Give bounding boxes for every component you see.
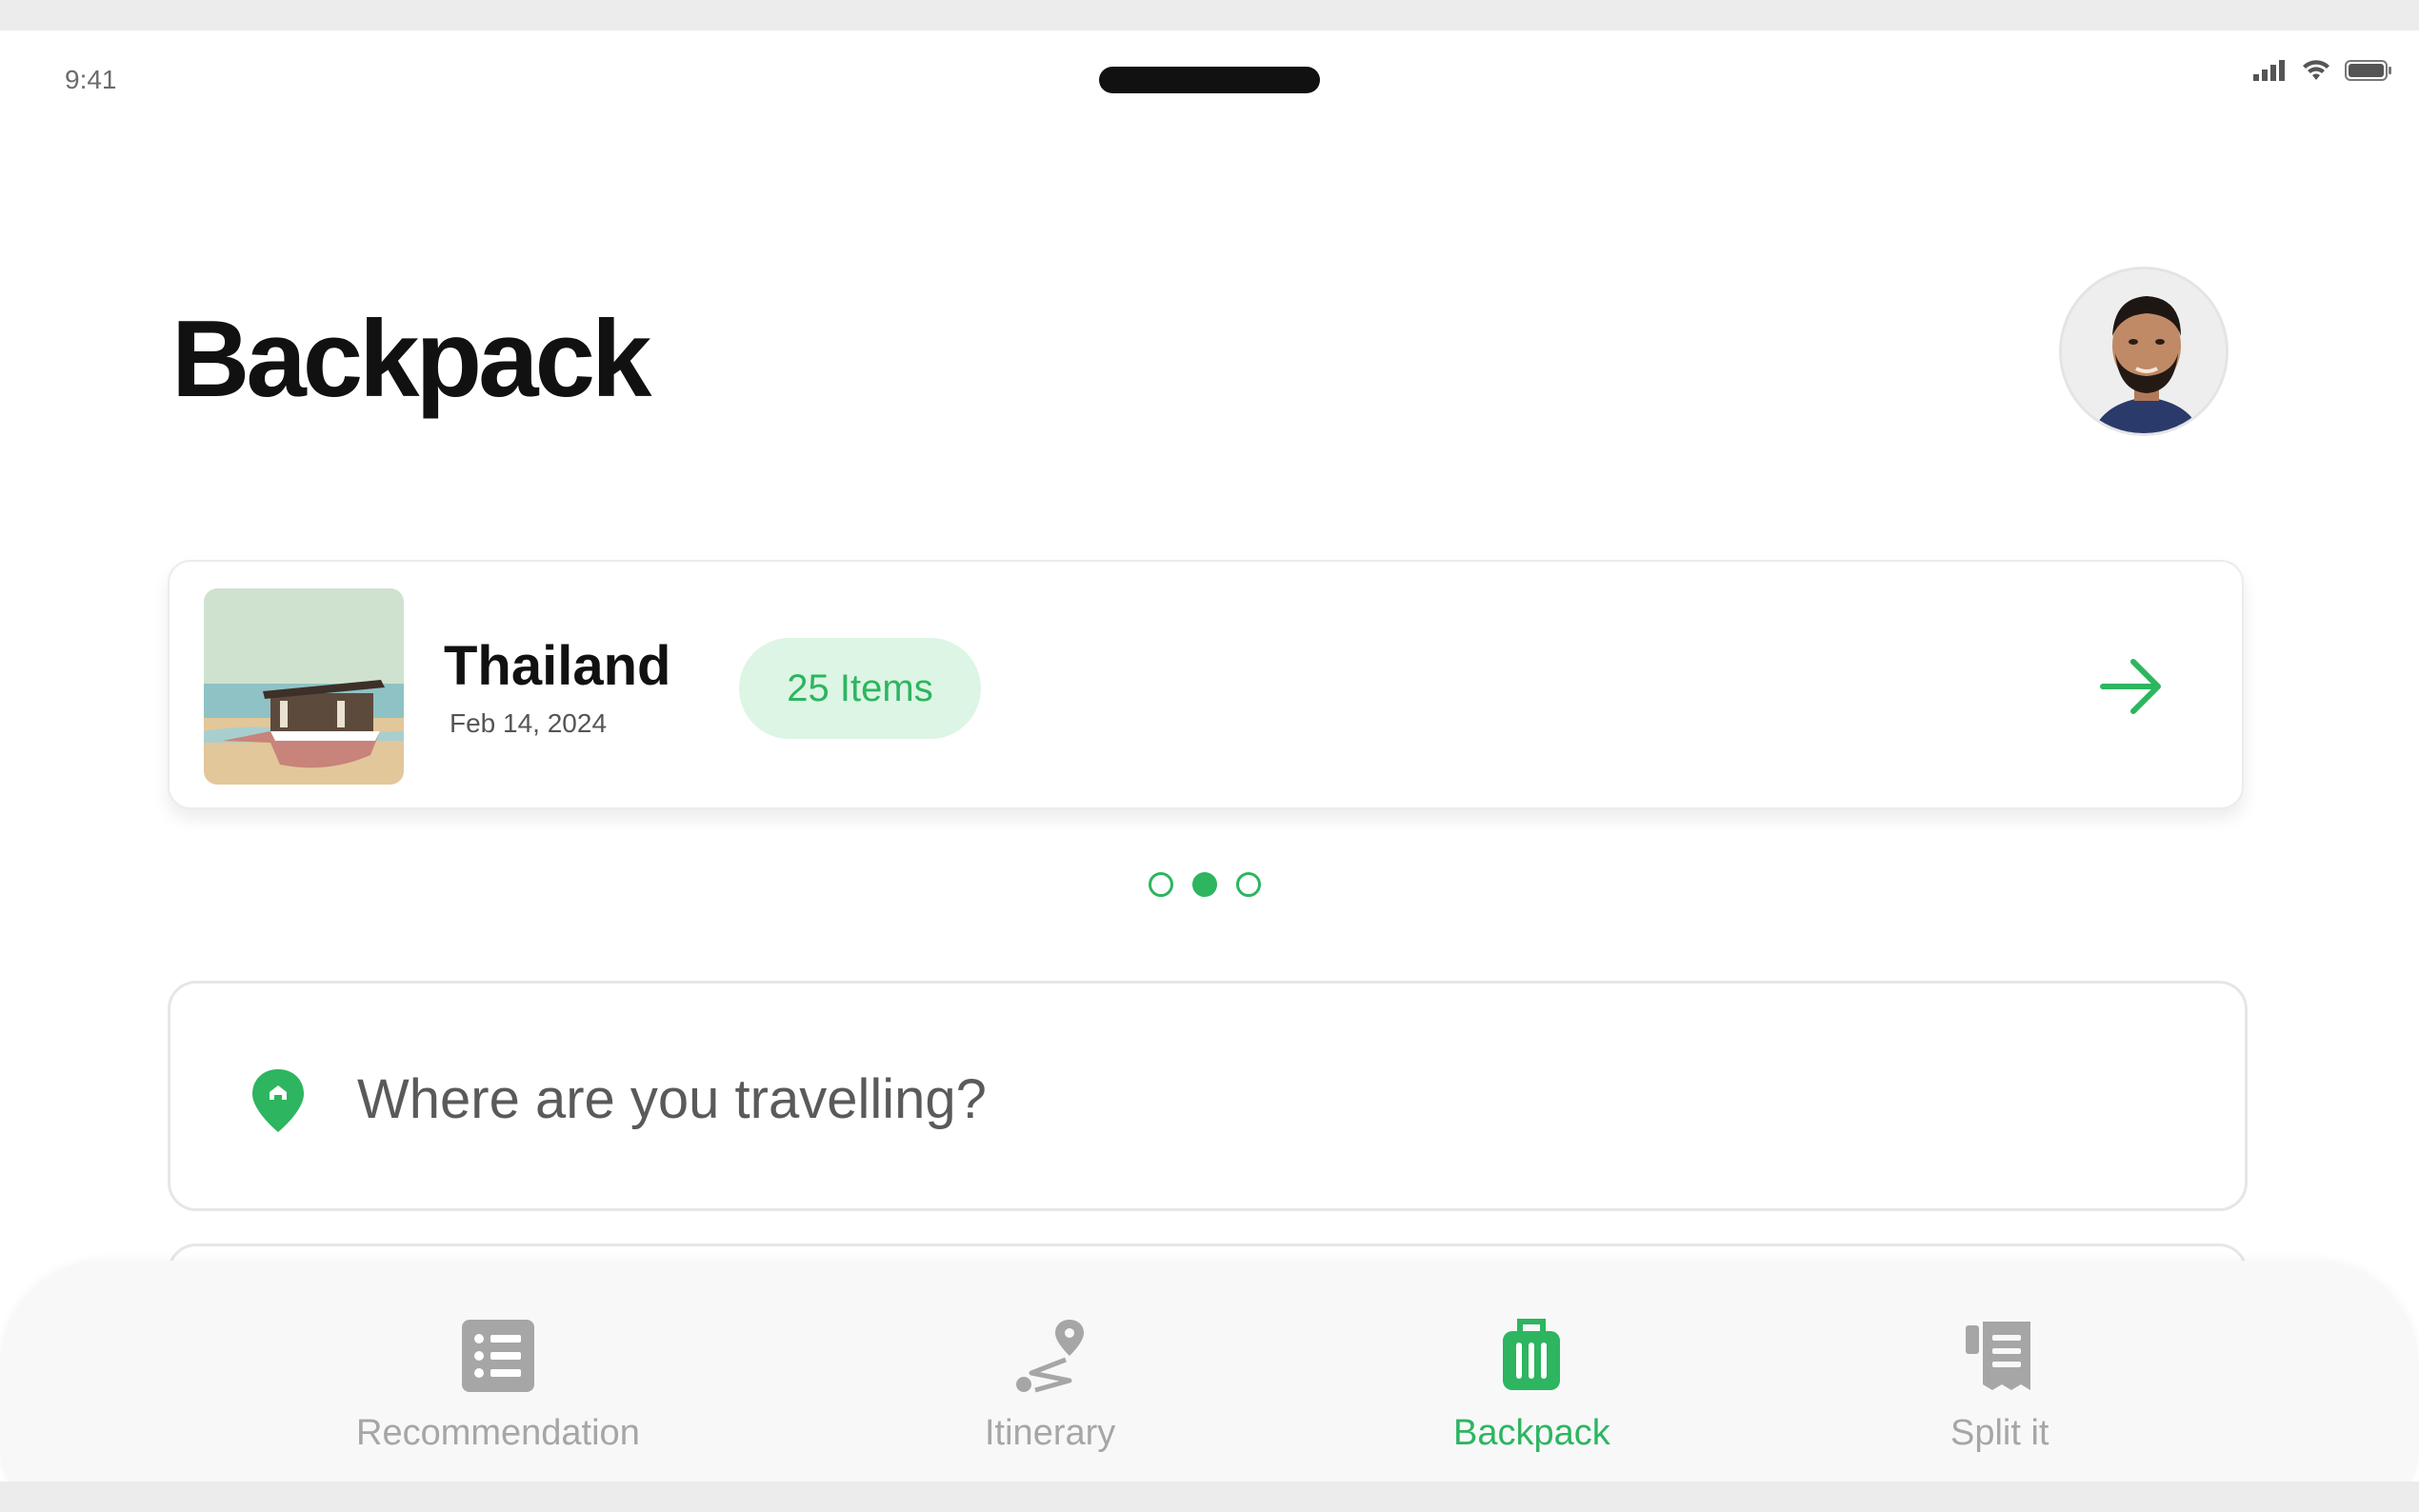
pagination-dot[interactable] [1149, 872, 1173, 897]
page-title: Backpack [171, 299, 651, 420]
trip-thumbnail [204, 588, 404, 785]
destination-input[interactable] [357, 1058, 2071, 1140]
battery-icon [2345, 60, 2391, 81]
route-pin-icon [1015, 1320, 1084, 1393]
carousel-pagination [1149, 872, 1261, 897]
nav-label: Recommendation [356, 1413, 640, 1453]
trip-date: Feb 14, 2024 [450, 708, 608, 738]
status-time: 9:41 [65, 65, 117, 94]
destination-search[interactable] [168, 981, 2248, 1211]
nav-label: Backpack [1453, 1413, 1610, 1453]
nav-item-recommendation[interactable]: Recommendation [356, 1318, 640, 1454]
app-screen: 9:41 Backpack Thailand Feb 14, 2024 25 I… [0, 30, 2419, 1482]
trip-card[interactable]: Thailand Feb 14, 2024 25 Items [168, 560, 2244, 809]
nav-label: Split it [1950, 1413, 2049, 1453]
receipt-icon [1965, 1322, 2030, 1390]
status-icons [2253, 59, 2392, 82]
nav-item-itinerary[interactable]: Itinerary [985, 1318, 1115, 1454]
arrow-right-icon[interactable] [2099, 657, 2166, 716]
trip-destination: Thailand [444, 635, 671, 697]
nav-item-split-it[interactable]: Split it [1950, 1318, 2049, 1454]
user-avatar[interactable] [2059, 267, 2229, 436]
signal-icon [2253, 60, 2285, 81]
pagination-dot[interactable] [1236, 872, 1261, 897]
avatar-image [2062, 269, 2226, 433]
luggage-icon [1503, 1319, 1561, 1390]
location-pin-icon [252, 1069, 304, 1132]
bottom-nav: Recommendation Itinerary Backpack Split … [0, 1261, 2419, 1482]
list-icon [461, 1320, 534, 1392]
nav-label: Itinerary [985, 1413, 1116, 1453]
pagination-dot-active[interactable] [1192, 872, 1217, 897]
nav-item-backpack[interactable]: Backpack [1453, 1318, 1610, 1454]
items-count-badge: 25 Items [739, 638, 981, 739]
wifi-icon [2303, 60, 2329, 80]
dynamic-island [1099, 67, 1320, 93]
